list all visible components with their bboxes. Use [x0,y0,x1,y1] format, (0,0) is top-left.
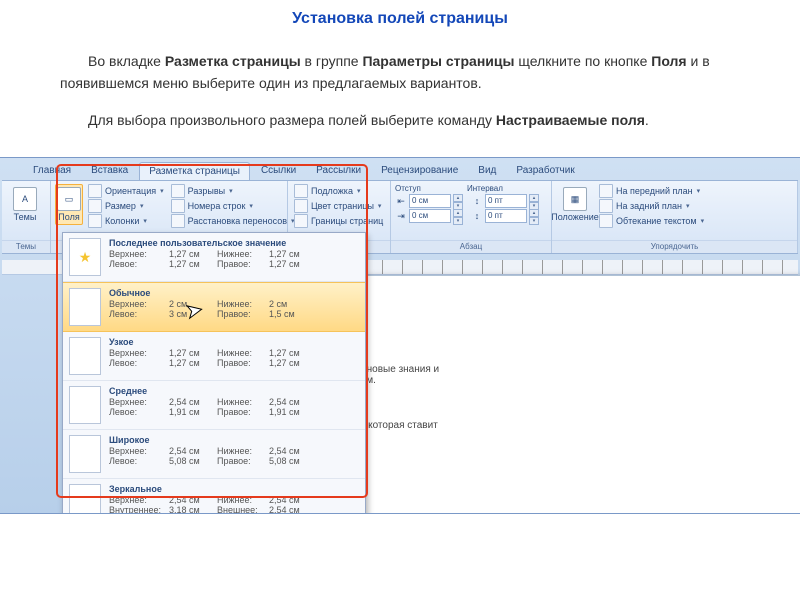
margin-option-3[interactable]: СреднееВерхнее:2,54 смНижнее:2,54 смЛево… [63,381,365,430]
themes-button[interactable]: A Темы [6,184,44,225]
tab-разметка страницы[interactable]: Разметка страницы [139,162,250,180]
themes-icon: A [13,187,37,211]
word-screenshot: ГлавнаяВставкаРазметка страницыСсылкиРас… [0,157,800,514]
tab-разработчик[interactable]: Разработчик [507,162,583,180]
columns-button[interactable]: Колонки [86,214,166,228]
size-icon [88,199,102,213]
bring-front-button[interactable]: На передний план [597,184,706,198]
orientation-button[interactable]: Ориентация [86,184,166,198]
indent-header: Отступ [395,184,455,193]
margin-preset-icon [69,386,101,424]
group-paragraph-label: Абзац [391,240,551,253]
hyphen-icon [171,214,185,228]
margin-option-4[interactable]: ШирокоеВерхнее:2,54 смНижнее:2,54 смЛево… [63,430,365,479]
send-back-button[interactable]: На задний план [597,199,706,213]
orientation-icon [88,184,102,198]
position-button[interactable]: ▦ Положение [556,184,594,225]
group-arrange-label: Упорядочить [552,240,797,253]
margin-option-0[interactable]: Последнее пользовательское значениеВерхн… [63,233,365,282]
margin-preset-icon [69,288,101,326]
breaks-button[interactable]: Разрывы [169,184,297,198]
margins-button[interactable]: ▭ Поля [55,184,83,225]
margin-option-1[interactable]: ОбычноеВерхнее:2 смНижнее:2 смЛевое:3 см… [63,282,365,332]
hyphenation-button[interactable]: Расстановка переносов [169,214,297,228]
text-wrap-button[interactable]: Обтекание текстом [597,214,706,228]
size-button[interactable]: Размер [86,199,166,213]
watermark-icon [294,184,308,198]
margin-option-5[interactable]: ЗеркальноеВерхнее:2,54 смНижнее:2,54 смВ… [63,479,365,514]
margin-preset-icon [69,435,101,473]
line-numbers-button[interactable]: Номера строк [169,199,297,213]
indent-left[interactable]: ⇤0 см▴▾ [395,194,463,208]
intro-text: Во вкладке Разметка страницы в группе Па… [0,50,800,157]
tab-рассылки[interactable]: Рассылки [307,162,370,180]
watermark-button[interactable]: Подложка [292,184,385,198]
margins-icon: ▭ [57,187,81,211]
front-icon [599,184,613,198]
tab-ссылки[interactable]: Ссылки [252,162,305,180]
wrap-icon [599,214,613,228]
columns-icon [88,214,102,228]
margin-option-2[interactable]: УзкоеВерхнее:1,27 смНижнее:1,27 смЛевое:… [63,332,365,381]
spacing-header: Интервал [467,184,503,193]
page-borders-button[interactable]: Границы страниц [292,214,385,228]
ribbon-tabs: ГлавнаяВставкаРазметка страницыСсылкиРас… [0,158,800,180]
margin-preset-icon [69,484,101,514]
tab-рецензирование[interactable]: Рецензирование [372,162,467,180]
position-icon: ▦ [563,187,587,211]
tab-вставка[interactable]: Вставка [82,162,137,180]
margins-dropdown: Последнее пользовательское значениеВерхн… [62,232,366,514]
breaks-icon [171,184,185,198]
margin-preset-icon [69,238,101,276]
borders-icon [294,214,308,228]
indent-right[interactable]: ⇥0 см▴▾ [395,209,463,223]
tab-вид[interactable]: Вид [469,162,505,180]
space-before[interactable]: ↕0 пт▴▾ [471,194,539,208]
group-themes-label: Темы [2,240,50,253]
page-color-icon [294,199,308,213]
page-title: Установка полей страницы [0,0,800,36]
space-after[interactable]: ↕0 пт▴▾ [471,209,539,223]
back-icon [599,199,613,213]
margin-preset-icon [69,337,101,375]
page-color-button[interactable]: Цвет страницы [292,199,385,213]
tab-главная[interactable]: Главная [24,162,80,180]
lines-icon [171,199,185,213]
